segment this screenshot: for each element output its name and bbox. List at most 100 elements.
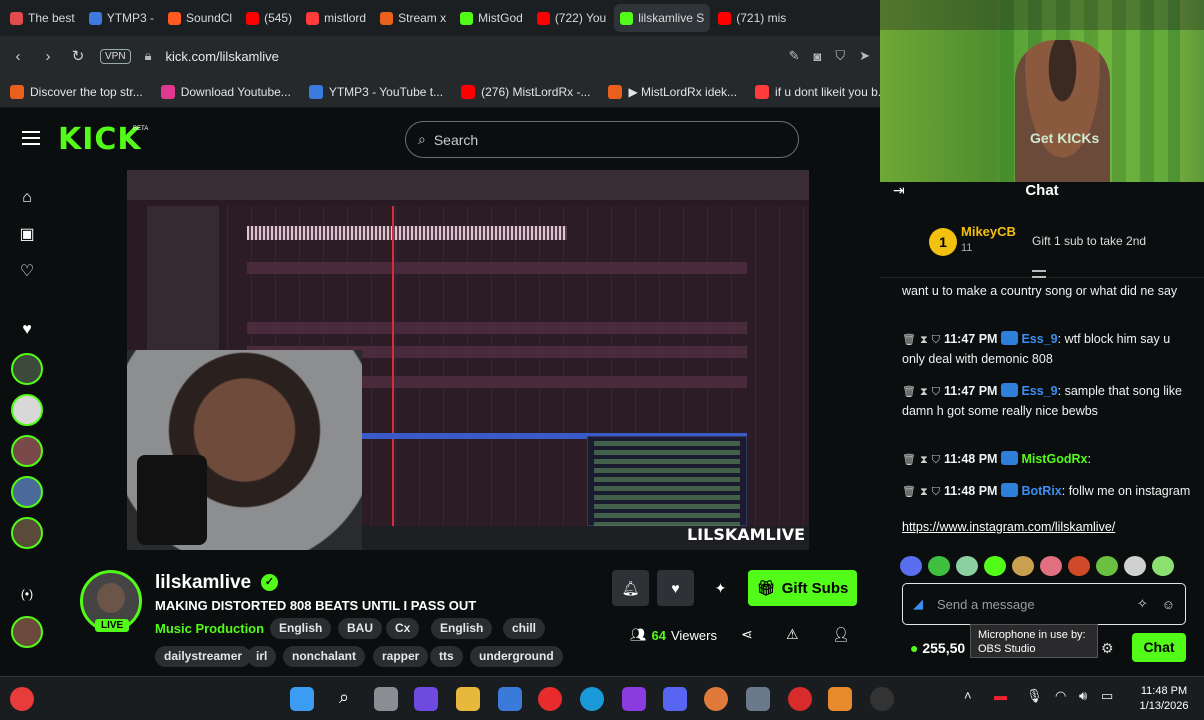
search-input[interactable]: ⌕ Search — [405, 121, 799, 158]
timeout-icon[interactable]: ⧗ — [920, 334, 928, 346]
user-settings-icon[interactable]: 👤︎ — [832, 626, 850, 643]
followed-channel-avatar[interactable] — [11, 476, 43, 508]
emote[interactable] — [1068, 556, 1090, 576]
emote[interactable] — [928, 556, 950, 576]
edge-icon[interactable] — [580, 687, 604, 711]
gear-icon[interactable]: ⚙ — [1101, 640, 1114, 657]
hamburger-menu-icon[interactable] — [22, 131, 40, 145]
message-username[interactable]: BotRix — [1021, 484, 1061, 498]
stream-tag[interactable]: chill — [503, 618, 546, 639]
app-icon[interactable] — [788, 687, 812, 711]
shield-icon[interactable]: ⛉ — [835, 48, 845, 64]
copilot-icon[interactable] — [414, 687, 438, 711]
browser-tab[interactable]: (545) — [240, 4, 298, 32]
forward-icon[interactable]: › — [40, 48, 56, 65]
followed-channel-avatar[interactable] — [11, 517, 43, 549]
sparkle-icon[interactable]: ✧ — [1137, 596, 1148, 612]
delete-icon[interactable]: 🗑︎ — [902, 454, 916, 466]
stream-tag[interactable]: Cx — [386, 618, 420, 639]
bookmark-item[interactable]: (276) MistLordRx -... — [461, 84, 590, 99]
back-icon[interactable]: ‹ — [10, 48, 26, 65]
delete-icon[interactable]: 🗑︎ — [902, 486, 916, 498]
app-icon[interactable] — [498, 687, 522, 711]
stream-tag[interactable]: nonchalant — [283, 646, 366, 667]
stream-tag[interactable]: underground — [470, 646, 563, 667]
file-explorer-icon[interactable] — [456, 687, 480, 711]
timeout-icon[interactable]: ⧗ — [920, 454, 928, 466]
kick-emote-icon[interactable]: ◢ — [913, 596, 923, 612]
kick-logo[interactable]: KICK — [58, 122, 142, 157]
app-icon[interactable] — [704, 687, 728, 711]
followed-channel-avatar[interactable] — [11, 353, 43, 385]
emote[interactable] — [1012, 556, 1034, 576]
following-icon[interactable]: ♡ — [18, 263, 36, 281]
channel-name[interactable]: lilskamlive — [155, 572, 251, 594]
bookmark-item[interactable]: Discover the top str... — [10, 84, 143, 99]
stream-tag[interactable]: tts — [430, 646, 463, 667]
emote[interactable] — [1124, 556, 1146, 576]
instagram-link[interactable]: https://www.instagram.com/lilskamlive/ — [902, 518, 1192, 537]
stream-tag[interactable]: BAU — [338, 618, 382, 639]
stream-tag[interactable]: rapper — [373, 646, 429, 667]
emote[interactable] — [900, 556, 922, 576]
video-player[interactable]: LILSKAMLIVE — [127, 170, 809, 550]
camera-app-icon[interactable] — [746, 687, 770, 711]
timeout-icon[interactable]: ⧗ — [920, 386, 928, 398]
report-icon[interactable]: ⚠ — [786, 626, 799, 643]
message-username[interactable]: Ess_9 — [1021, 384, 1057, 398]
drag-handle-icon[interactable] — [1032, 270, 1046, 278]
emote[interactable] — [956, 556, 978, 576]
search-icon[interactable]: ⌕ — [332, 687, 356, 711]
kicks-balance[interactable]: ● 255,50 — [910, 640, 965, 656]
reload-icon[interactable]: ↻ — [70, 47, 86, 65]
bookmark-item[interactable]: ▶ MistLordRx idek... — [608, 84, 737, 99]
sparkle-icon[interactable]: ✦ — [702, 570, 739, 606]
followed-channel-avatar[interactable] — [11, 394, 43, 426]
heart-icon[interactable]: ♥ — [18, 321, 36, 339]
emote[interactable] — [1040, 556, 1062, 576]
message-username[interactable]: Ess_9 — [1021, 332, 1057, 346]
send-chat-button[interactable]: Chat — [1132, 633, 1186, 662]
browser-tab[interactable]: mistlord — [300, 4, 372, 32]
leader-name[interactable]: MikeyCB — [961, 224, 1016, 239]
edit-icon[interactable]: ✎ — [789, 48, 800, 64]
browser-tab[interactable]: MistGod — [454, 4, 529, 32]
fl-studio-icon[interactable] — [828, 687, 852, 711]
app-icon[interactable] — [622, 687, 646, 711]
ban-icon[interactable]: ⛉ — [932, 486, 940, 498]
system-clock[interactable]: 11:48 PM 1/13/2026 — [1128, 684, 1200, 714]
stream-category[interactable]: Music Production — [155, 621, 264, 636]
stream-tag[interactable]: irl — [247, 646, 277, 667]
tray-overflow-icon[interactable]: ˄ — [964, 688, 972, 703]
stream-tag[interactable]: English — [270, 618, 332, 639]
followed-channel-avatar[interactable] — [11, 616, 43, 648]
tray-app-icon[interactable]: ▬ — [994, 688, 1007, 703]
emote[interactable] — [1096, 556, 1118, 576]
emoji-icon[interactable]: ☺ — [1162, 597, 1175, 612]
message-username[interactable]: MistGodRx — [1021, 452, 1087, 466]
bookmark-item[interactable]: Download Youtube... — [160, 84, 291, 99]
start-icon[interactable] — [290, 687, 314, 711]
browse-icon[interactable]: ▣ — [18, 226, 36, 244]
browser-tab[interactable]: SoundCl — [162, 4, 238, 32]
follow-button[interactable]: ♥ — [657, 570, 694, 606]
vpn-badge[interactable]: VPN — [100, 48, 131, 64]
emote[interactable] — [1152, 556, 1174, 576]
stream-tag[interactable]: English — [431, 618, 493, 639]
volume-icon[interactable]: 🔊︎ — [1079, 688, 1087, 704]
ban-icon[interactable]: ⛉ — [932, 386, 940, 398]
media-player-icon[interactable] — [870, 687, 894, 711]
live-broadcast-icon[interactable]: (•) — [18, 585, 36, 603]
gift-sub-prompt[interactable]: Gift 1 sub to take 2nd — [1032, 234, 1146, 248]
chat-input[interactable]: ◢ Send a message ✧ ☺ — [902, 583, 1186, 625]
task-view-icon[interactable] — [374, 687, 398, 711]
stream-tag[interactable]: dailystreamer — [155, 646, 252, 667]
timeout-icon[interactable]: ⧗ — [920, 486, 928, 498]
bookmark-item[interactable]: if u dont likeit you b... — [755, 84, 888, 99]
browser-tab[interactable]: Stream x — [374, 4, 452, 32]
battery-icon[interactable]: ▭ — [1101, 688, 1113, 704]
ban-icon[interactable]: ⛉ — [932, 454, 940, 466]
share-icon[interactable]: ⋖ — [741, 626, 753, 643]
browser-tab[interactable]: The best — [4, 4, 81, 32]
delete-icon[interactable]: 🗑︎ — [902, 334, 916, 346]
